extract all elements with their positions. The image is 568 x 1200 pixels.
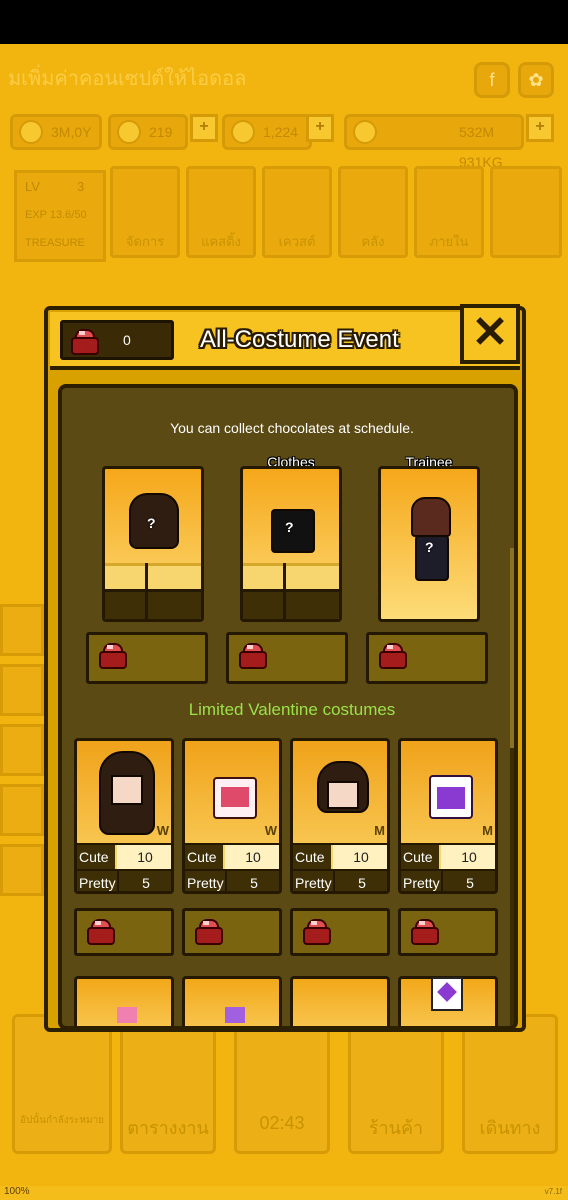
chocolate-icon (87, 919, 115, 945)
modal-header: 0 All-Costume Event ✕ (50, 304, 520, 370)
price-slot-hair[interactable] (86, 632, 208, 684)
accessory-icon (225, 1007, 245, 1023)
calendar-icon (19, 120, 43, 144)
costume-card-row3-2[interactable] (182, 976, 282, 1026)
zoom-level: 100% (4, 1186, 30, 1197)
price-slot-valentine-4[interactable] (398, 908, 498, 956)
costume-card-row3-4[interactable] (398, 976, 498, 1026)
side-button-5[interactable] (0, 844, 44, 896)
version-label: v7.1f (544, 1187, 562, 1196)
side-button-3[interactable] (0, 724, 44, 776)
bottom-nav-travel[interactable]: เดินทาง (462, 1014, 558, 1154)
costume-card-row3-1[interactable] (74, 976, 174, 1026)
mystery-card-trainee[interactable]: ? (378, 466, 480, 622)
background-title: มเพิ่มค่าคอนเซปต์ให้ไอดอล (8, 68, 247, 90)
costume-event-modal: 0 All-Costume Event ✕ You can collect ch… (44, 304, 526, 1032)
bottom-nav-timer[interactable]: 02:43 (234, 1014, 330, 1154)
close-button[interactable]: ✕ (460, 304, 520, 364)
chocolate-icon (239, 643, 267, 669)
price-slot-valentine-2[interactable] (182, 908, 282, 956)
section-title: Limited Valentine costumes (188, 700, 396, 719)
stat-gems: 1,224 (222, 114, 312, 150)
price-slot-valentine-1[interactable] (74, 908, 174, 956)
valentine-card-1[interactable]: W Cute 10 Pretty 5 (74, 738, 174, 894)
coin-icon (117, 120, 141, 144)
menu-tile-quest[interactable]: เควสต์ (262, 166, 332, 258)
bottom-nav-left[interactable]: อัปนั้นกำลังระหมาย (12, 1014, 112, 1154)
chocolate-icon (71, 329, 99, 355)
info-text: You can collect chocolates at schedule. (170, 420, 414, 436)
game-screen: มเพิ่มค่าคอนเซปต์ให้ไอดอล f ✿ 3M,0Y 219 … (0, 44, 568, 1186)
mail-icon[interactable] (490, 166, 562, 258)
add-coins-button[interactable]: + (190, 114, 218, 142)
menu-tile-casting[interactable]: แคสติ้ง (186, 166, 256, 258)
chocolate-icon (195, 919, 223, 945)
facebook-icon[interactable]: f (474, 62, 510, 98)
heart-sign-icon (431, 977, 463, 1011)
stat-date: 3M,0Y (10, 114, 102, 150)
modal-title: All-Costume Event (200, 326, 399, 353)
settings-icon[interactable]: ✿ (518, 62, 554, 98)
chocolate-count: 0 (123, 332, 131, 348)
valentine-card-2[interactable]: W Cute 10 Pretty 5 (182, 738, 282, 894)
chocolate-icon (379, 643, 407, 669)
bottom-nav-schedule[interactable]: ตารางงาน (120, 1014, 216, 1154)
costume-card-row3-3[interactable] (290, 976, 390, 1026)
scale-icon (353, 120, 377, 144)
chocolate-counter: 0 (60, 320, 174, 360)
gem-icon (231, 120, 255, 144)
add-resource-button[interactable]: + (526, 114, 554, 142)
valentine-card-3[interactable]: M Cute 10 Pretty 5 (290, 738, 390, 894)
bottom-nav-shop[interactable]: ร้านค้า (348, 1014, 444, 1154)
chocolate-icon (99, 643, 127, 669)
price-slot-clothes[interactable] (226, 632, 348, 684)
menu-tile-interior[interactable]: ภายใน (414, 166, 484, 258)
level-box: LV 3 EXP 13.6/50 TREASURE (14, 170, 106, 262)
side-button-4[interactable] (0, 784, 44, 836)
bottom-strip (0, 1186, 568, 1200)
mystery-card-hair[interactable]: ? (102, 466, 204, 622)
price-slot-valentine-3[interactable] (290, 908, 390, 956)
price-slot-trainee[interactable] (366, 632, 488, 684)
side-button-1[interactable] (0, 604, 44, 656)
chocolate-icon (303, 919, 331, 945)
menu-tile-manage[interactable]: จัดการ (110, 166, 180, 258)
chocolate-icon (411, 919, 439, 945)
scrollbar[interactable] (510, 548, 514, 1026)
mystery-card-clothes[interactable]: ? (240, 466, 342, 622)
event-panel: You can collect chocolates at schedule. … (58, 384, 518, 1030)
stat-weight: 532M 931KG (344, 114, 524, 170)
accessory-icon (117, 1007, 137, 1023)
add-gems-button[interactable]: + (306, 114, 334, 142)
valentine-card-4[interactable]: M Cute 10 Pretty 5 (398, 738, 498, 894)
status-bar (0, 0, 568, 44)
side-button-2[interactable] (0, 664, 44, 716)
menu-tile-storage[interactable]: คลัง (338, 166, 408, 258)
stat-coins: 219 (108, 114, 188, 150)
